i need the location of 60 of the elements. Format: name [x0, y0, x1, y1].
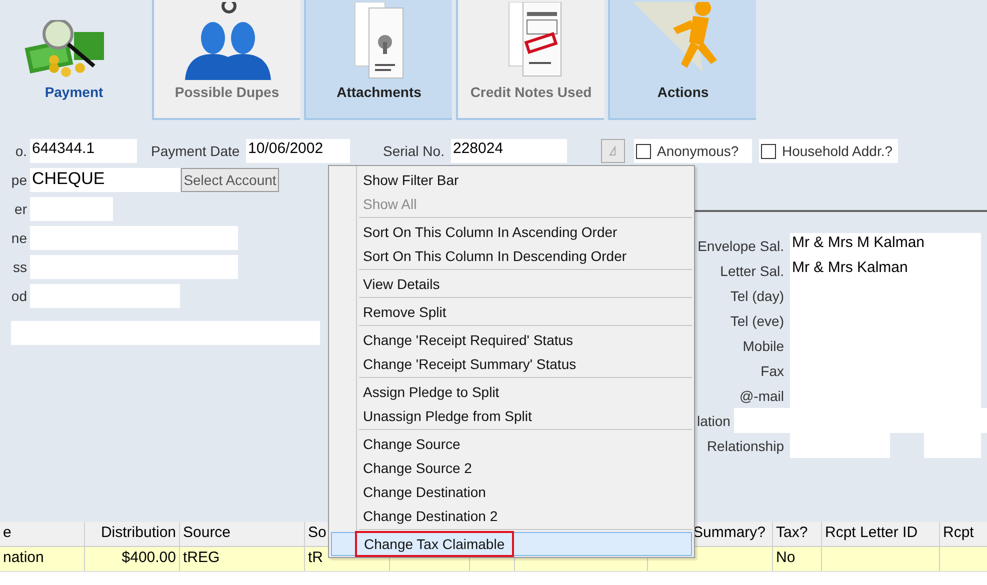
checkbox[interactable]: Anonymous? — [634, 139, 752, 163]
field-label: Tel (day) — [729, 288, 785, 304]
text-field[interactable]: Mr & Mrs Kalman — [790, 258, 981, 283]
menu-item[interactable]: Show Filter Bar — [331, 168, 692, 192]
text-field[interactable] — [11, 321, 320, 345]
menu-item[interactable]: Remove Split — [331, 300, 692, 324]
field-label: Fax — [760, 362, 785, 378]
tab[interactable]: Actions — [608, 0, 756, 120]
menu-item[interactable]: Change 'Receipt Required' Status — [331, 328, 692, 352]
text-field[interactable] — [30, 255, 238, 279]
column-header[interactable]: Rcpt Letter ID — [822, 522, 940, 546]
field-label: o. — [14, 143, 27, 159]
field-label: @-mail — [738, 388, 785, 404]
field-label: ne — [10, 230, 27, 246]
column-header[interactable]: Distribution — [85, 522, 180, 546]
column-header[interactable]: Rcpt — [940, 522, 987, 546]
select-account-button[interactable]: Select Account — [181, 168, 279, 192]
corner-icon — [609, 146, 617, 156]
field-label: pe — [10, 172, 27, 188]
checkbox[interactable]: Household Addr.? — [759, 139, 898, 163]
date-field[interactable]: 10/06/2002 — [246, 139, 350, 163]
table-cell: nation — [0, 547, 85, 571]
field-label: er — [14, 201, 27, 217]
menu-item[interactable]: Change Destination — [331, 480, 692, 504]
field-label: ss — [12, 259, 27, 275]
field-label: Tel (eve) — [729, 312, 785, 328]
field-label: Mobile — [742, 338, 785, 354]
field-label: Letter Sal. — [719, 262, 785, 278]
table-cell: tREG — [180, 547, 305, 571]
field-label: lation — [696, 412, 732, 428]
text-field[interactable]: 228024 — [451, 139, 567, 163]
menu-item[interactable]: Sort On This Column In Ascending Order — [331, 220, 692, 244]
menu-item[interactable]: View Details — [331, 272, 692, 296]
text-field[interactable] — [30, 197, 113, 221]
menu-item[interactable]: Change 'Receipt Summary' Status — [331, 352, 692, 376]
text-field[interactable]: CHEQUE — [30, 168, 180, 192]
text-field[interactable] — [30, 226, 238, 250]
small-button[interactable] — [601, 139, 625, 163]
column-header[interactable]: Tax? — [773, 522, 822, 546]
column-header[interactable]: e — [0, 522, 85, 546]
table-cell: No — [773, 547, 822, 571]
tab[interactable]: Attachments — [304, 0, 452, 120]
menu-item[interactable]: Change Tax Claimable — [331, 532, 692, 556]
field-label: Relationship — [706, 438, 785, 454]
field-label: Envelope Sal. — [696, 238, 785, 254]
field-label: od — [10, 288, 27, 304]
field-label: Payment Date — [151, 143, 240, 159]
text-field[interactable]: 644344.1 — [30, 139, 137, 163]
text-field[interactable]: Mr & Mrs M Kalman — [790, 233, 981, 258]
menu-item[interactable]: Assign Pledge to Split — [331, 380, 692, 404]
text-field[interactable] — [30, 284, 180, 308]
column-header[interactable]: Source — [180, 522, 305, 546]
table-cell: $400.00 — [85, 547, 180, 571]
text-field[interactable] — [924, 433, 981, 458]
menu-item[interactable]: Change Source 2 — [331, 456, 692, 480]
menu-item[interactable]: Change Source — [331, 432, 692, 456]
menu-item[interactable]: Unassign Pledge from Split — [331, 404, 692, 428]
menu-item[interactable]: Sort On This Column In Descending Order — [331, 244, 692, 268]
text-field[interactable] — [790, 433, 890, 458]
field-label: Serial No. — [383, 143, 445, 159]
